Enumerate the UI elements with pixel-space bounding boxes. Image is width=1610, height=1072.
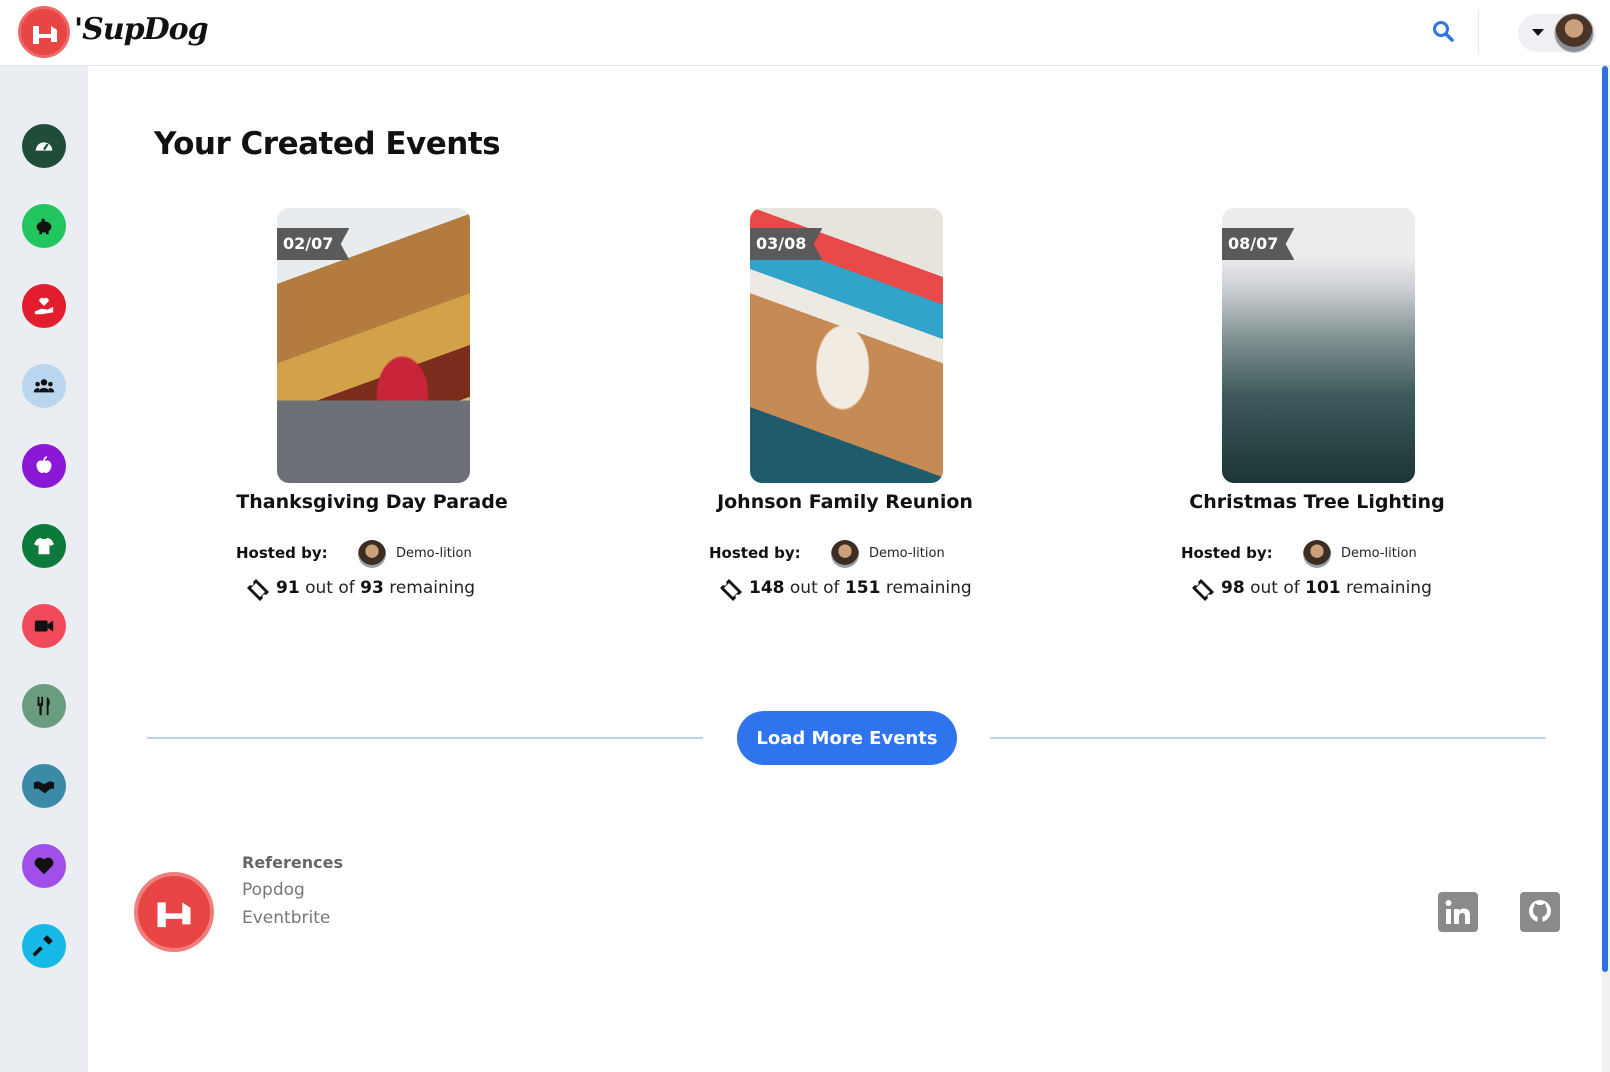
tickets-remaining-count: 148 xyxy=(749,578,785,598)
linkedin-icon xyxy=(1445,900,1470,924)
sidebar-item-food[interactable] xyxy=(22,444,66,488)
tickets-remaining-count: 91 xyxy=(276,578,300,598)
remaining-label: remaining xyxy=(389,578,476,598)
tshirt-icon xyxy=(33,537,55,555)
sidebar-item-community[interactable] xyxy=(22,364,66,408)
sidebar-item-favorites[interactable] xyxy=(22,844,66,888)
top-header: 'SupDog xyxy=(0,0,1610,66)
event-title[interactable]: Christmas Tree Lighting xyxy=(1147,491,1487,513)
host-avatar xyxy=(1303,540,1331,568)
heart-icon xyxy=(34,857,54,875)
out-of-label: out of xyxy=(305,578,355,598)
sidebar-item-dashboard[interactable] xyxy=(22,124,66,168)
hammer-icon xyxy=(33,935,53,957)
divider-left xyxy=(147,737,703,739)
host-name[interactable]: Demo-lition xyxy=(396,546,472,561)
linkedin-link[interactable] xyxy=(1438,892,1478,932)
ticket-icon xyxy=(1192,579,1214,601)
sidebar-item-dining[interactable] xyxy=(22,684,66,728)
tickets-total-count: 101 xyxy=(1305,578,1341,598)
tickets-total-count: 151 xyxy=(844,578,881,598)
users-icon xyxy=(33,379,55,393)
event-card[interactable]: 08/07 Christmas Tree Lighting Hosted by:… xyxy=(1167,208,1467,608)
hosted-by-label: Hosted by: xyxy=(236,544,328,562)
ticket-icon xyxy=(720,579,742,601)
github-link[interactable] xyxy=(1520,892,1560,932)
sidebar-item-build[interactable] xyxy=(22,924,66,968)
references-title: References xyxy=(242,853,343,872)
search-button[interactable] xyxy=(1432,20,1458,46)
user-menu-button[interactable] xyxy=(1518,13,1596,53)
host-name[interactable]: Demo-lition xyxy=(1341,546,1417,561)
sidebar-item-clothing[interactable] xyxy=(22,524,66,568)
event-date-tag: 03/08 xyxy=(750,228,823,260)
video-camera-icon xyxy=(34,620,54,632)
host-avatar xyxy=(358,540,386,568)
reference-link-eventbrite[interactable]: Eventbrite xyxy=(242,908,330,928)
load-more-events-button[interactable]: Load More Events xyxy=(737,711,957,765)
search-icon xyxy=(1433,21,1454,42)
sidebar-item-donate[interactable] xyxy=(22,204,66,248)
sidebar xyxy=(0,66,88,1072)
event-card[interactable]: 02/07 Thanksgiving Day Parade Hosted by:… xyxy=(222,208,522,608)
utensils-icon xyxy=(37,696,50,716)
out-of-label: out of xyxy=(1250,578,1300,598)
header-divider xyxy=(1478,10,1479,54)
event-date-tag: 08/07 xyxy=(1222,228,1295,260)
event-image[interactable]: 02/07 xyxy=(277,208,470,483)
dashboard-gauge-icon xyxy=(35,142,53,151)
host-avatar xyxy=(831,540,859,568)
event-image[interactable]: 03/08 xyxy=(750,208,943,483)
brand-name[interactable]: 'SupDog xyxy=(74,12,209,47)
divider-right xyxy=(990,737,1546,739)
scrollbar-thumb[interactable] xyxy=(1602,66,1608,972)
ticket-icon xyxy=(247,579,269,601)
remaining-label: remaining xyxy=(885,578,972,598)
dog-logo-icon xyxy=(157,902,191,928)
event-card[interactable]: 03/08 Johnson Family Reunion Hosted by: … xyxy=(695,208,995,608)
tickets-remaining-count: 98 xyxy=(1221,578,1245,598)
handshake-icon xyxy=(33,781,55,794)
out-of-label: out of xyxy=(789,578,840,598)
dog-logo-icon xyxy=(33,26,57,44)
github-icon xyxy=(1529,900,1551,923)
host-name[interactable]: Demo-lition xyxy=(869,546,945,561)
sidebar-item-partners[interactable] xyxy=(22,764,66,808)
tickets-remaining: 98 out of 101 remaining xyxy=(1221,578,1432,598)
event-title[interactable]: Johnson Family Reunion xyxy=(675,491,1015,513)
app-logo[interactable] xyxy=(18,6,70,58)
footer-logo[interactable] xyxy=(134,872,214,952)
caret-down-icon xyxy=(1532,29,1544,36)
hosted-by-label: Hosted by: xyxy=(709,544,801,562)
sidebar-item-video[interactable] xyxy=(22,604,66,648)
remaining-label: remaining xyxy=(1346,578,1432,598)
tickets-total-count: 93 xyxy=(360,578,384,598)
piggy-bank-icon xyxy=(36,218,52,235)
hosted-by-label: Hosted by: xyxy=(1181,544,1273,562)
hand-holding-heart-icon xyxy=(34,297,54,315)
page-title: Your Created Events xyxy=(154,126,501,162)
event-date-tag: 02/07 xyxy=(277,228,350,260)
event-image[interactable]: 08/07 xyxy=(1222,208,1415,483)
apple-icon xyxy=(36,456,52,473)
tickets-remaining: 148 out of 151 remaining xyxy=(749,578,972,598)
sidebar-item-charity[interactable] xyxy=(22,284,66,328)
user-avatar xyxy=(1554,13,1594,53)
reference-link-popdog[interactable]: Popdog xyxy=(242,880,305,900)
tickets-remaining: 91 out of 93 remaining xyxy=(276,578,475,598)
event-title[interactable]: Thanksgiving Day Parade xyxy=(202,491,542,513)
